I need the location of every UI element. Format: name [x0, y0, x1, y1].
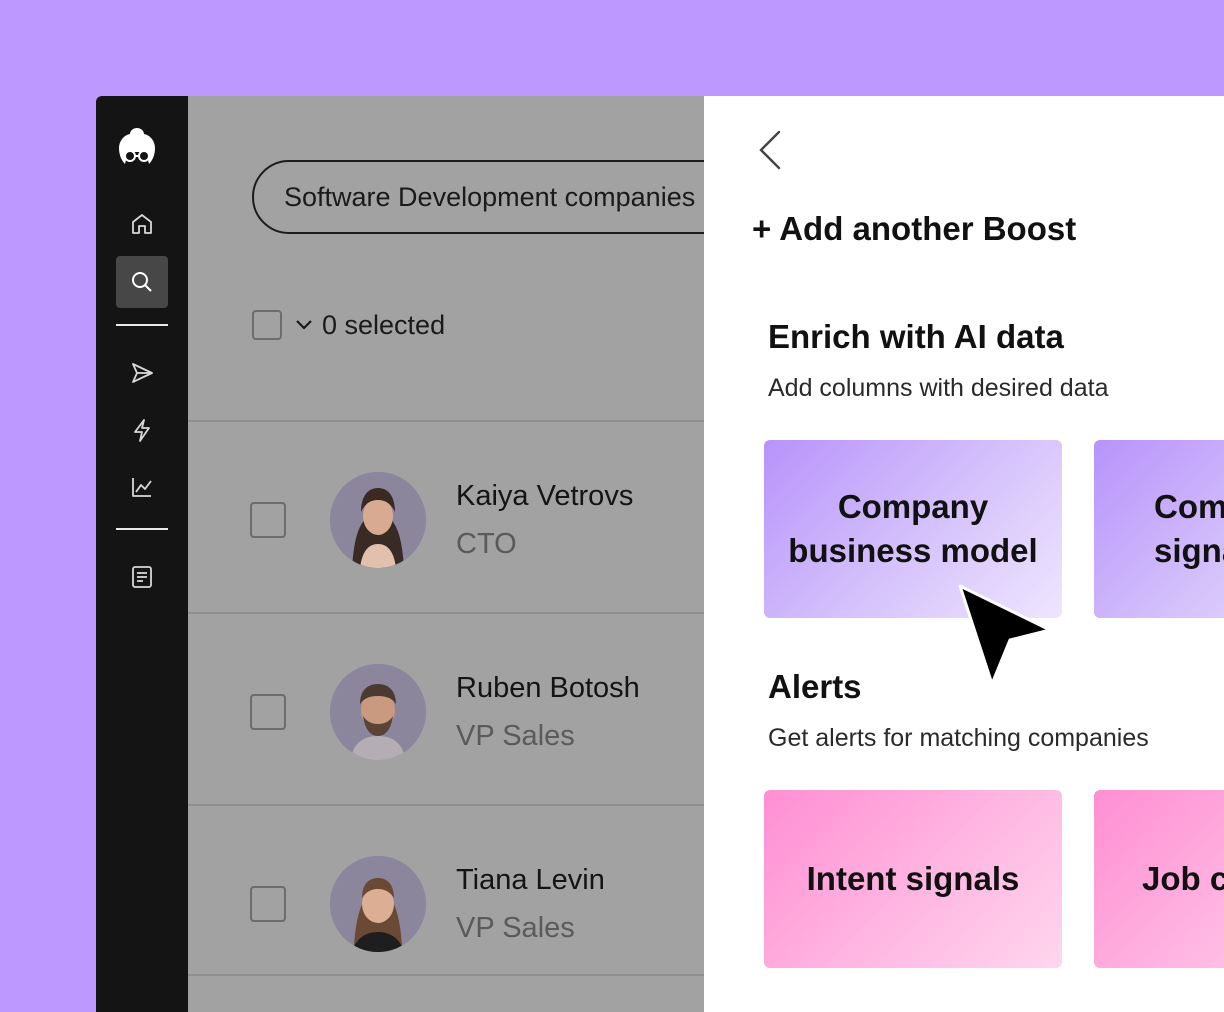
sidebar-item-home[interactable] [116, 198, 168, 250]
chevron-down-icon[interactable] [294, 315, 314, 335]
avatar [330, 664, 426, 760]
mouse-pointer-icon [958, 584, 1052, 686]
select-all-checkbox[interactable] [252, 310, 282, 340]
enrich-section-title: Enrich with AI data [768, 318, 1064, 355]
alerts-section-subtitle: Get alerts for matching companies [768, 724, 1149, 752]
card-label: Intent signals [806, 860, 1020, 897]
person-name: Kaiya Vetrovs [456, 480, 634, 512]
row-checkbox[interactable] [250, 502, 286, 538]
selected-count: 0 selected [322, 309, 446, 340]
list-item[interactable]: Kaiya Vetrovs CTO [188, 422, 704, 612]
results-list-pane: Software Development companies 0 selecte… [188, 96, 704, 1012]
list-item[interactable]: Ruben Botosh VP Sales [188, 614, 704, 804]
list-item[interactable]: Tiana Levin VP Sales [188, 806, 704, 996]
search-input[interactable]: Software Development companies [252, 160, 704, 234]
sidebar-divider [116, 324, 168, 326]
alerts-section-title: Alerts [768, 668, 862, 705]
intent-signals-card[interactable]: Intent signals [764, 790, 1062, 968]
enrich-section-subtitle: Add columns with desired data [768, 374, 1109, 402]
sidebar-item-boosts[interactable] [116, 404, 168, 456]
add-boost-button[interactable]: + Add another Boost [752, 210, 1076, 248]
avatar [330, 856, 426, 952]
sidebar-item-analytics[interactable] [116, 461, 168, 513]
avatar [330, 472, 426, 568]
row-checkbox[interactable] [250, 694, 286, 730]
chevron-left-icon[interactable] [754, 128, 786, 172]
row-divider [188, 974, 704, 976]
chart-icon [132, 478, 152, 497]
send-icon [132, 363, 153, 383]
person-role: VP Sales [456, 720, 575, 752]
person-role: VP Sales [456, 912, 575, 944]
job-changes-card[interactable]: Job c [1094, 790, 1224, 968]
person-name: Tiana Levin [456, 864, 605, 896]
sidebar-item-notes[interactable] [116, 551, 168, 603]
sidebar-item-send[interactable] [116, 347, 168, 399]
card-label: Job c [1142, 860, 1224, 897]
document-icon [132, 566, 152, 588]
search-input-value: Software Development companies [284, 181, 696, 212]
sidebar-item-search[interactable] [116, 256, 168, 308]
person-name: Ruben Botosh [456, 672, 640, 704]
card-label: Com signa [1154, 488, 1224, 569]
person-role: CTO [456, 528, 517, 560]
enrich-card-2[interactable]: Com signa [1094, 440, 1224, 618]
lightning-icon [134, 419, 150, 442]
card-label: Company business model [788, 488, 1038, 569]
search-icon [132, 272, 152, 292]
boost-panel: + Add another Boost Enrich with AI data … [704, 96, 1224, 1012]
row-checkbox[interactable] [250, 886, 286, 922]
sidebar [96, 96, 188, 1012]
brand-logo-icon[interactable] [116, 126, 158, 170]
selection-bar: 0 selected [252, 308, 445, 342]
home-icon [132, 214, 152, 234]
app-window: Software Development companies 0 selecte… [96, 96, 1224, 1012]
sidebar-divider [116, 528, 168, 530]
